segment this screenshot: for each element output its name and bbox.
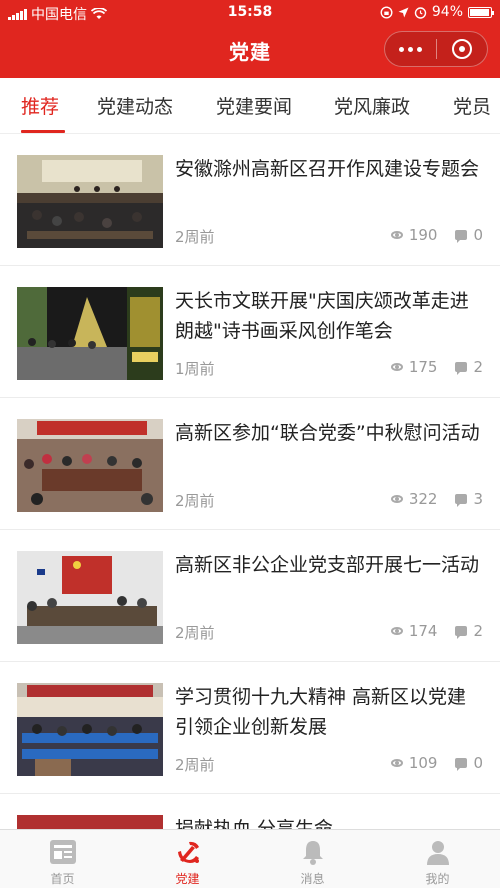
- view-count: 322: [408, 490, 438, 508]
- miniprogram-capsule: [384, 31, 488, 67]
- tabbar-label: 党建: [175, 872, 200, 886]
- header: 中国电信 15:58 94% 党建: [0, 0, 500, 78]
- list-item[interactable]: 高新区非公企业党支部开展七一活动 2周前 174 2: [0, 530, 500, 662]
- rotation-lock-icon: [380, 5, 393, 19]
- status-bar: 中国电信 15:58 94%: [0, 0, 500, 26]
- article-title: 高新区非公企业党支部开展七一活动: [175, 554, 480, 576]
- comments-icon: [455, 758, 468, 771]
- article-time: 2周前: [175, 624, 215, 642]
- comment-count: 2: [473, 622, 483, 640]
- article-time: 2周前: [175, 756, 215, 774]
- view-count: 190: [408, 226, 438, 244]
- news-icon: [49, 840, 76, 864]
- comments-icon: [455, 230, 468, 243]
- article-title: 学习贯彻十九大精神 高新区以党建引领企业创新发展: [175, 686, 467, 738]
- tabbar-me[interactable]: 我的: [375, 838, 500, 887]
- comment-count: 0: [473, 754, 483, 772]
- comment-count: 0: [473, 226, 483, 244]
- list-item[interactable]: 天长市文联开展"庆国庆颂改革走进朗越"诗书画采风创作笔会 1周前 175 2: [0, 266, 500, 398]
- article-thumbnail: [17, 155, 163, 248]
- tab-integrity[interactable]: 党风廉政: [334, 92, 410, 119]
- tabbar-home[interactable]: 首页: [0, 838, 125, 887]
- article-time: 2周前: [175, 228, 215, 246]
- user-icon: [426, 841, 449, 865]
- battery-icon: [468, 6, 494, 18]
- article-time: 2周前: [175, 492, 215, 510]
- list-item[interactable]: 安徽滁州高新区召开作风建设专题会 2周前 190 0: [0, 134, 500, 266]
- article-thumbnail: [17, 551, 163, 644]
- tabbar-label: 我的: [425, 872, 450, 886]
- list-item[interactable]: 高新区参加“联合党委”中秋慰问活动 2周前 322 3: [0, 398, 500, 530]
- article-thumbnail: [17, 419, 163, 512]
- views-icon: [390, 495, 403, 503]
- tab-party-headlines[interactable]: 党建要闻: [216, 92, 292, 119]
- bottom-tab-bar: 首页 党建 消息 我的: [0, 829, 500, 888]
- tabbar-label: 消息: [300, 872, 325, 886]
- tabbar-label: 首页: [50, 872, 75, 886]
- views-icon: [390, 231, 403, 239]
- article-thumbnail: [17, 287, 163, 380]
- article-title: 天长市文联开展"庆国庆颂改革走进朗越"诗书画采风创作笔会: [175, 290, 469, 342]
- tab-members[interactable]: 党员: [453, 92, 491, 119]
- alarm-icon: [414, 6, 427, 19]
- party-emblem-icon: [177, 841, 199, 863]
- battery-percent: 94%: [431, 4, 463, 20]
- comments-icon: [455, 362, 468, 375]
- more-icon[interactable]: [385, 46, 436, 52]
- article-title: 高新区参加“联合党委”中秋慰问活动: [175, 422, 480, 444]
- list-item[interactable]: 学习贯彻十九大精神 高新区以党建引领企业创新发展 2周前 109 0: [0, 662, 500, 794]
- comments-icon: [455, 494, 468, 507]
- comment-count: 3: [473, 490, 483, 508]
- close-miniprogram-icon[interactable]: [437, 39, 488, 59]
- comment-count: 2: [473, 358, 483, 376]
- views-icon: [390, 363, 403, 371]
- tabbar-party[interactable]: 党建: [125, 838, 250, 887]
- views-icon: [390, 627, 403, 635]
- article-time: 1周前: [175, 360, 215, 378]
- category-tabs: 推荐 党建动态 党建要闻 党风廉政 党员: [0, 78, 500, 134]
- article-thumbnail: [17, 683, 163, 776]
- active-tab-indicator: [21, 130, 65, 133]
- comments-icon: [455, 626, 468, 639]
- tabbar-messages[interactable]: 消息: [250, 838, 375, 887]
- bell-icon: [302, 841, 323, 865]
- tab-party-news[interactable]: 党建动态: [97, 92, 173, 119]
- tab-recommend[interactable]: 推荐: [21, 92, 59, 119]
- article-title: 安徽滁州高新区召开作风建设专题会: [175, 158, 480, 180]
- views-icon: [390, 759, 403, 767]
- view-count: 174: [408, 622, 438, 640]
- location-icon: [398, 7, 409, 17]
- view-count: 175: [408, 358, 438, 376]
- view-count: 109: [408, 754, 438, 772]
